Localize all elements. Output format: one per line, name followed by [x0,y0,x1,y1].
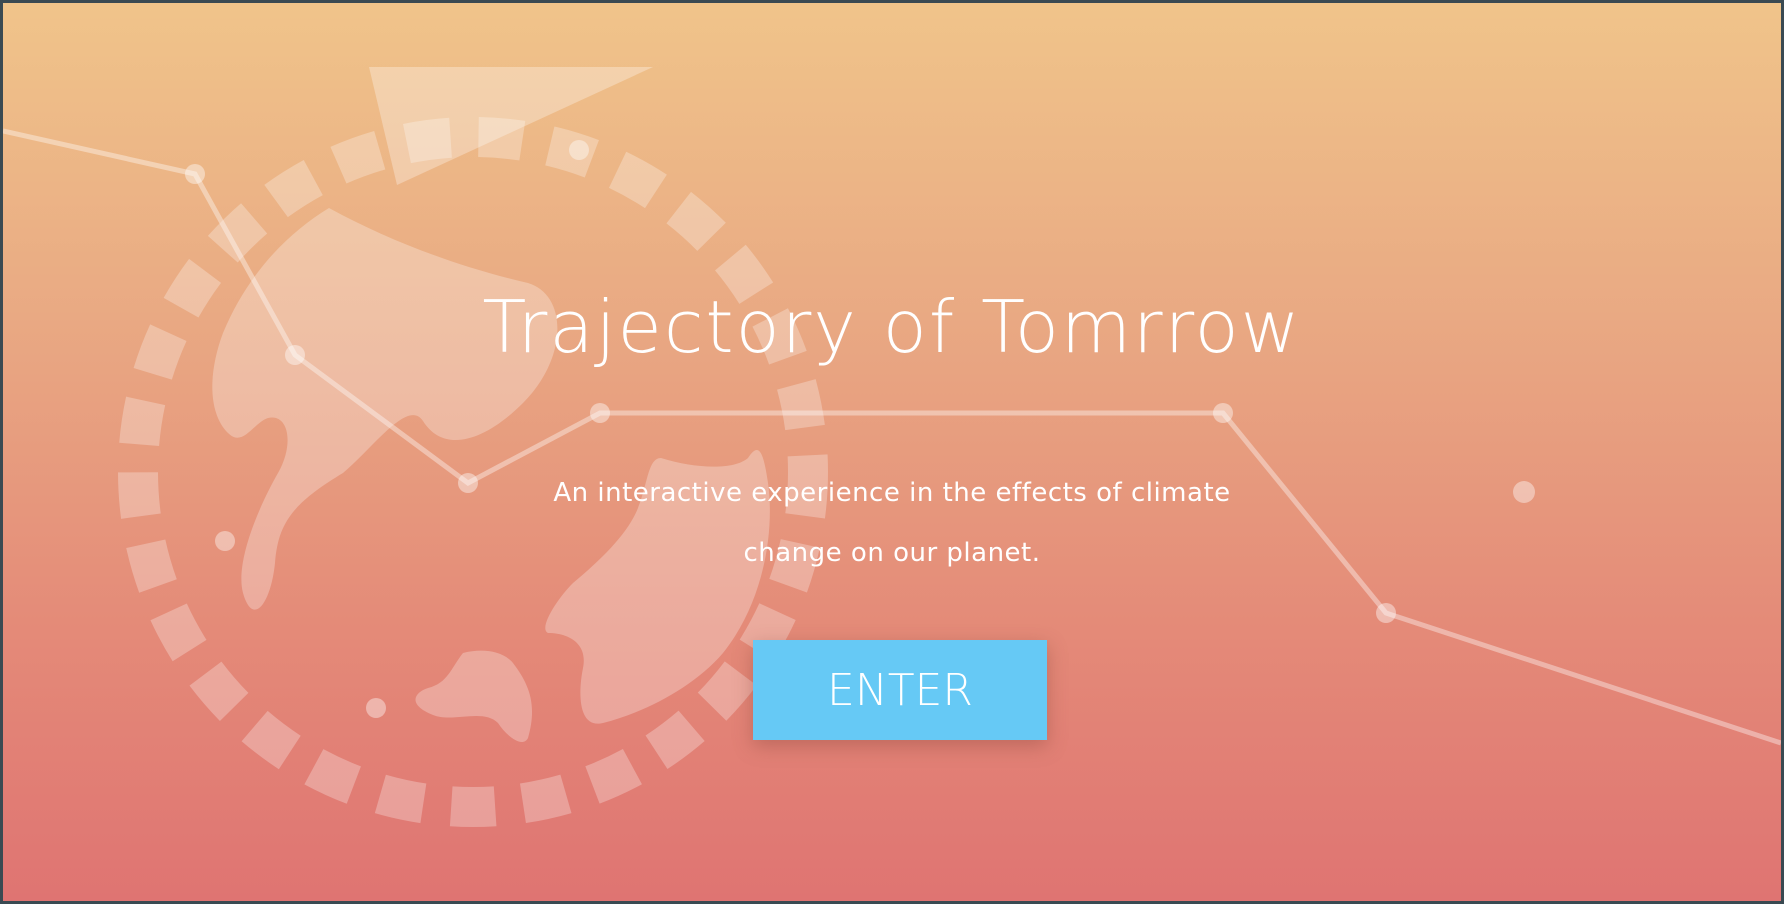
background-illustration [3,67,1781,827]
trajectory-node [1213,403,1233,423]
page-title: Trajectory of Tomrrow [482,285,1302,369]
dot [366,698,386,718]
page-subtitle: An interactive experience in the effects… [553,478,1231,568]
trajectory-node [590,403,610,423]
enter-button[interactable]: ENTER [753,640,1047,740]
dot [215,531,235,551]
dot [569,140,589,160]
trajectory-node [185,164,205,184]
trajectory-node [1376,603,1396,623]
decorative-dots [215,140,1535,718]
dot [1513,481,1535,503]
trajectory-node [458,473,478,493]
landing-page: Trajectory of Tomrrow An interactive exp… [3,3,1781,901]
